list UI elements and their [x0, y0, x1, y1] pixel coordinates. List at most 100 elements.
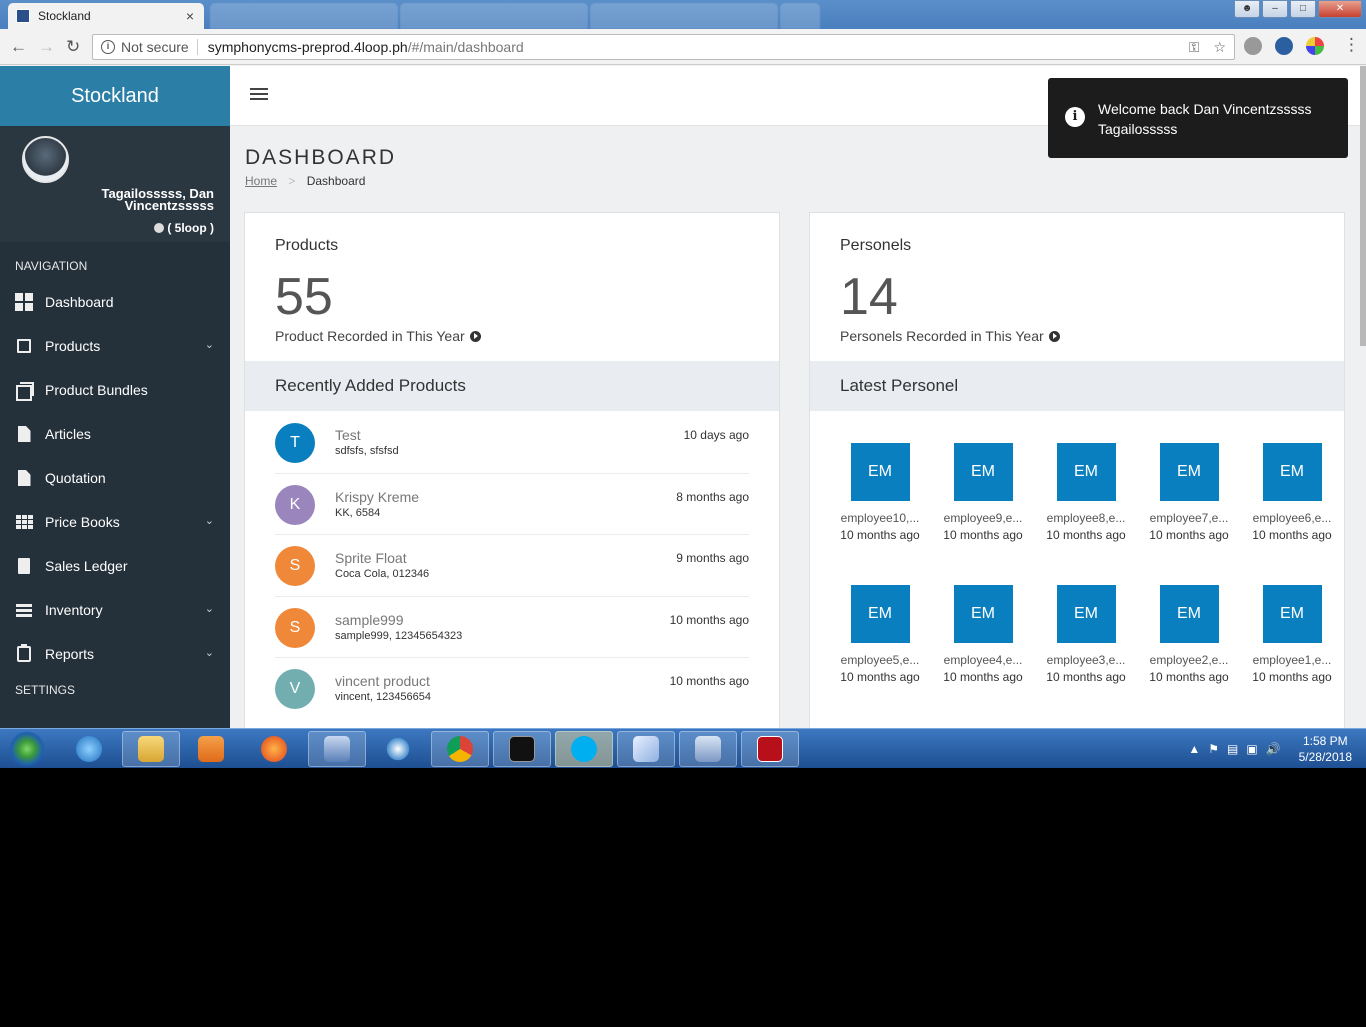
system-tray: ▲ ⚑ ▤ ▣ 🔊 1:58 PM 5/28/2018	[1188, 729, 1352, 768]
list-item[interactable]: V vincent product vincent, 123456654 10 …	[275, 658, 749, 720]
employee-tile[interactable]: EM employee7,e... 10 months ago	[1139, 443, 1239, 542]
products-icon	[15, 337, 33, 355]
device-icon[interactable]: ▤	[1227, 742, 1238, 756]
page-title: DASHBOARD	[245, 146, 397, 169]
address-bar[interactable]: i Not secure symphonycms-preprod.4loop.p…	[92, 34, 1235, 60]
user-icon[interactable]: ☻	[1234, 0, 1260, 18]
file-explorer-icon[interactable]	[122, 731, 180, 767]
internet-explorer-icon[interactable]	[60, 731, 118, 767]
welcome-toast[interactable]: i Welcome back Dan Vincentzsssss Tagailo…	[1048, 78, 1348, 158]
product-time: 9 months ago	[676, 551, 749, 565]
employee-tile[interactable]: EM employee6,e... 10 months ago	[1242, 443, 1342, 542]
forward-arrow-icon[interactable]: →	[38, 37, 55, 57]
sidebar-item-price-books[interactable]: Price Books ⌄	[0, 500, 230, 544]
dashboard-icon	[15, 293, 33, 311]
employee-name: employee8,e...	[1046, 511, 1126, 525]
brand-logo[interactable]: Stockland	[0, 66, 230, 126]
employee-name: employee7,e...	[1149, 511, 1229, 525]
list-item[interactable]: S Sprite Float Coca Cola, 012346 9 month…	[275, 535, 749, 597]
personels-count: 14	[840, 268, 898, 326]
employee-tile[interactable]: EM employee4,e... 10 months ago	[933, 585, 1033, 684]
main-content: DASHBOARD Home > Dashboard Products 55 P…	[230, 126, 1366, 728]
reports-icon	[15, 644, 33, 663]
network-icon[interactable]: ▣	[1246, 742, 1257, 756]
key-icon[interactable]: ⚿	[1189, 39, 1200, 56]
list-item[interactable]: T Test sdfsfs, sfsfsd 10 days ago	[275, 412, 749, 474]
extension-icon[interactable]	[1306, 37, 1324, 55]
browser-tab-blurred[interactable]	[400, 3, 588, 29]
volume-icon[interactable]: 🔊	[1266, 742, 1281, 756]
employee-time: 10 months ago	[840, 528, 920, 542]
action-center-flag-icon[interactable]: ⚑	[1208, 742, 1219, 756]
sidebar-item-inventory[interactable]: Inventory ⌄	[0, 588, 230, 632]
breadcrumb-home-link[interactable]: Home	[245, 174, 277, 188]
chrome-icon[interactable]	[431, 731, 489, 767]
command-prompt-icon[interactable]	[493, 731, 551, 767]
browser-tab-blurred[interactable]	[590, 3, 778, 29]
browser-tab-blurred[interactable]	[210, 3, 398, 29]
sidebar-item-product-bundles[interactable]: Product Bundles	[0, 368, 230, 412]
product-name: sample999	[335, 611, 404, 628]
employee-tile[interactable]: EM employee5,e... 10 months ago	[830, 585, 930, 684]
security-label: Not secure	[121, 39, 198, 55]
site-favicon-icon	[16, 9, 30, 23]
products-recorded-link[interactable]: Product Recorded in This Year	[275, 328, 481, 344]
close-window-icon[interactable]: ✕	[1318, 0, 1362, 18]
info-icon[interactable]: i	[101, 40, 115, 54]
media-player-icon[interactable]	[182, 731, 240, 767]
screen: Stockland × ☻ – □ ✕ ← → ↻ i Not secure s…	[0, 0, 1366, 768]
employee-tile[interactable]: EM employee8,e... 10 months ago	[1036, 443, 1136, 542]
list-item[interactable]: S sample999 sample999, 12345654323 10 mo…	[275, 597, 749, 658]
sidebar-item-products[interactable]: Products ⌄	[0, 324, 230, 368]
card-title: Personels	[840, 237, 912, 254]
hamburger-menu-icon[interactable]	[250, 88, 268, 100]
user-name: Tagailosssss, Dan Vincentzsssss	[101, 186, 214, 213]
browser-tab-active[interactable]: Stockland ×	[8, 3, 204, 29]
new-tab-button[interactable]	[780, 3, 820, 29]
back-arrow-icon[interactable]: ←	[10, 37, 27, 57]
avatar[interactable]	[22, 136, 69, 183]
employee-tile[interactable]: EM employee9,e... 10 months ago	[933, 443, 1033, 542]
network-tool-icon[interactable]	[308, 731, 366, 767]
browser-tab-strip: Stockland × ☻ – □ ✕	[0, 0, 1366, 29]
user-profile: Tagailosssss, Dan Vincentzsssss ( 5loop …	[0, 126, 230, 242]
notepad-icon[interactable]	[617, 731, 675, 767]
filezilla-icon[interactable]	[741, 731, 799, 767]
bookmark-star-icon[interactable]: ☆	[1213, 39, 1226, 56]
inventory-icon	[15, 601, 33, 619]
reload-icon[interactable]: ↻	[66, 37, 80, 57]
url-path: /#/main/dashboard	[407, 39, 524, 55]
browser-menu-icon[interactable]: ⋮	[1343, 35, 1360, 55]
list-title: Latest Personel	[810, 361, 1344, 411]
employee-avatar: EM	[1262, 585, 1322, 643]
sidebar-item-sales-ledger[interactable]: Sales Ledger	[0, 544, 230, 588]
sidebar-item-dashboard[interactable]: Dashboard	[0, 280, 230, 324]
user-status: ( 5loop )	[154, 221, 214, 235]
sidebar-item-reports[interactable]: Reports ⌄	[0, 632, 230, 676]
employee-tile[interactable]: EM employee3,e... 10 months ago	[1036, 585, 1136, 684]
employee-tile[interactable]: EM employee10,... 10 months ago	[830, 443, 930, 542]
extension-icon[interactable]	[1275, 37, 1293, 55]
clock-date: 5/28/2018	[1298, 750, 1352, 764]
sidebar-item-quotation[interactable]: Quotation	[0, 456, 230, 500]
maximize-icon[interactable]: □	[1290, 0, 1316, 18]
card-title: Products	[275, 237, 339, 254]
minimize-icon[interactable]: –	[1262, 0, 1288, 18]
firefox-icon[interactable]	[245, 731, 303, 767]
remote-desktop-icon[interactable]	[679, 731, 737, 767]
sidebar-item-articles[interactable]: Articles	[0, 412, 230, 456]
extension-icon[interactable]	[1244, 37, 1262, 55]
taskbar-clock[interactable]: 1:58 PM 5/28/2018	[1299, 733, 1352, 765]
wifi-tool-icon[interactable]	[369, 731, 427, 767]
show-hidden-icons-icon[interactable]: ▲	[1188, 742, 1200, 756]
sidebar-item-label: Price Books	[45, 514, 120, 530]
tab-close-icon[interactable]: ×	[186, 8, 194, 24]
page-scrollbar[interactable]	[1360, 66, 1366, 346]
skype-icon[interactable]	[555, 731, 613, 767]
list-item[interactable]: K Krispy Kreme KK, 6584 8 months ago	[275, 474, 749, 535]
start-button[interactable]	[8, 731, 46, 767]
employee-tile[interactable]: EM employee2,e... 10 months ago	[1139, 585, 1239, 684]
product-name: Test	[335, 427, 361, 443]
personels-recorded-link[interactable]: Personels Recorded in This Year	[840, 328, 1060, 344]
employee-tile[interactable]: EM employee1,e... 10 months ago	[1242, 585, 1342, 684]
